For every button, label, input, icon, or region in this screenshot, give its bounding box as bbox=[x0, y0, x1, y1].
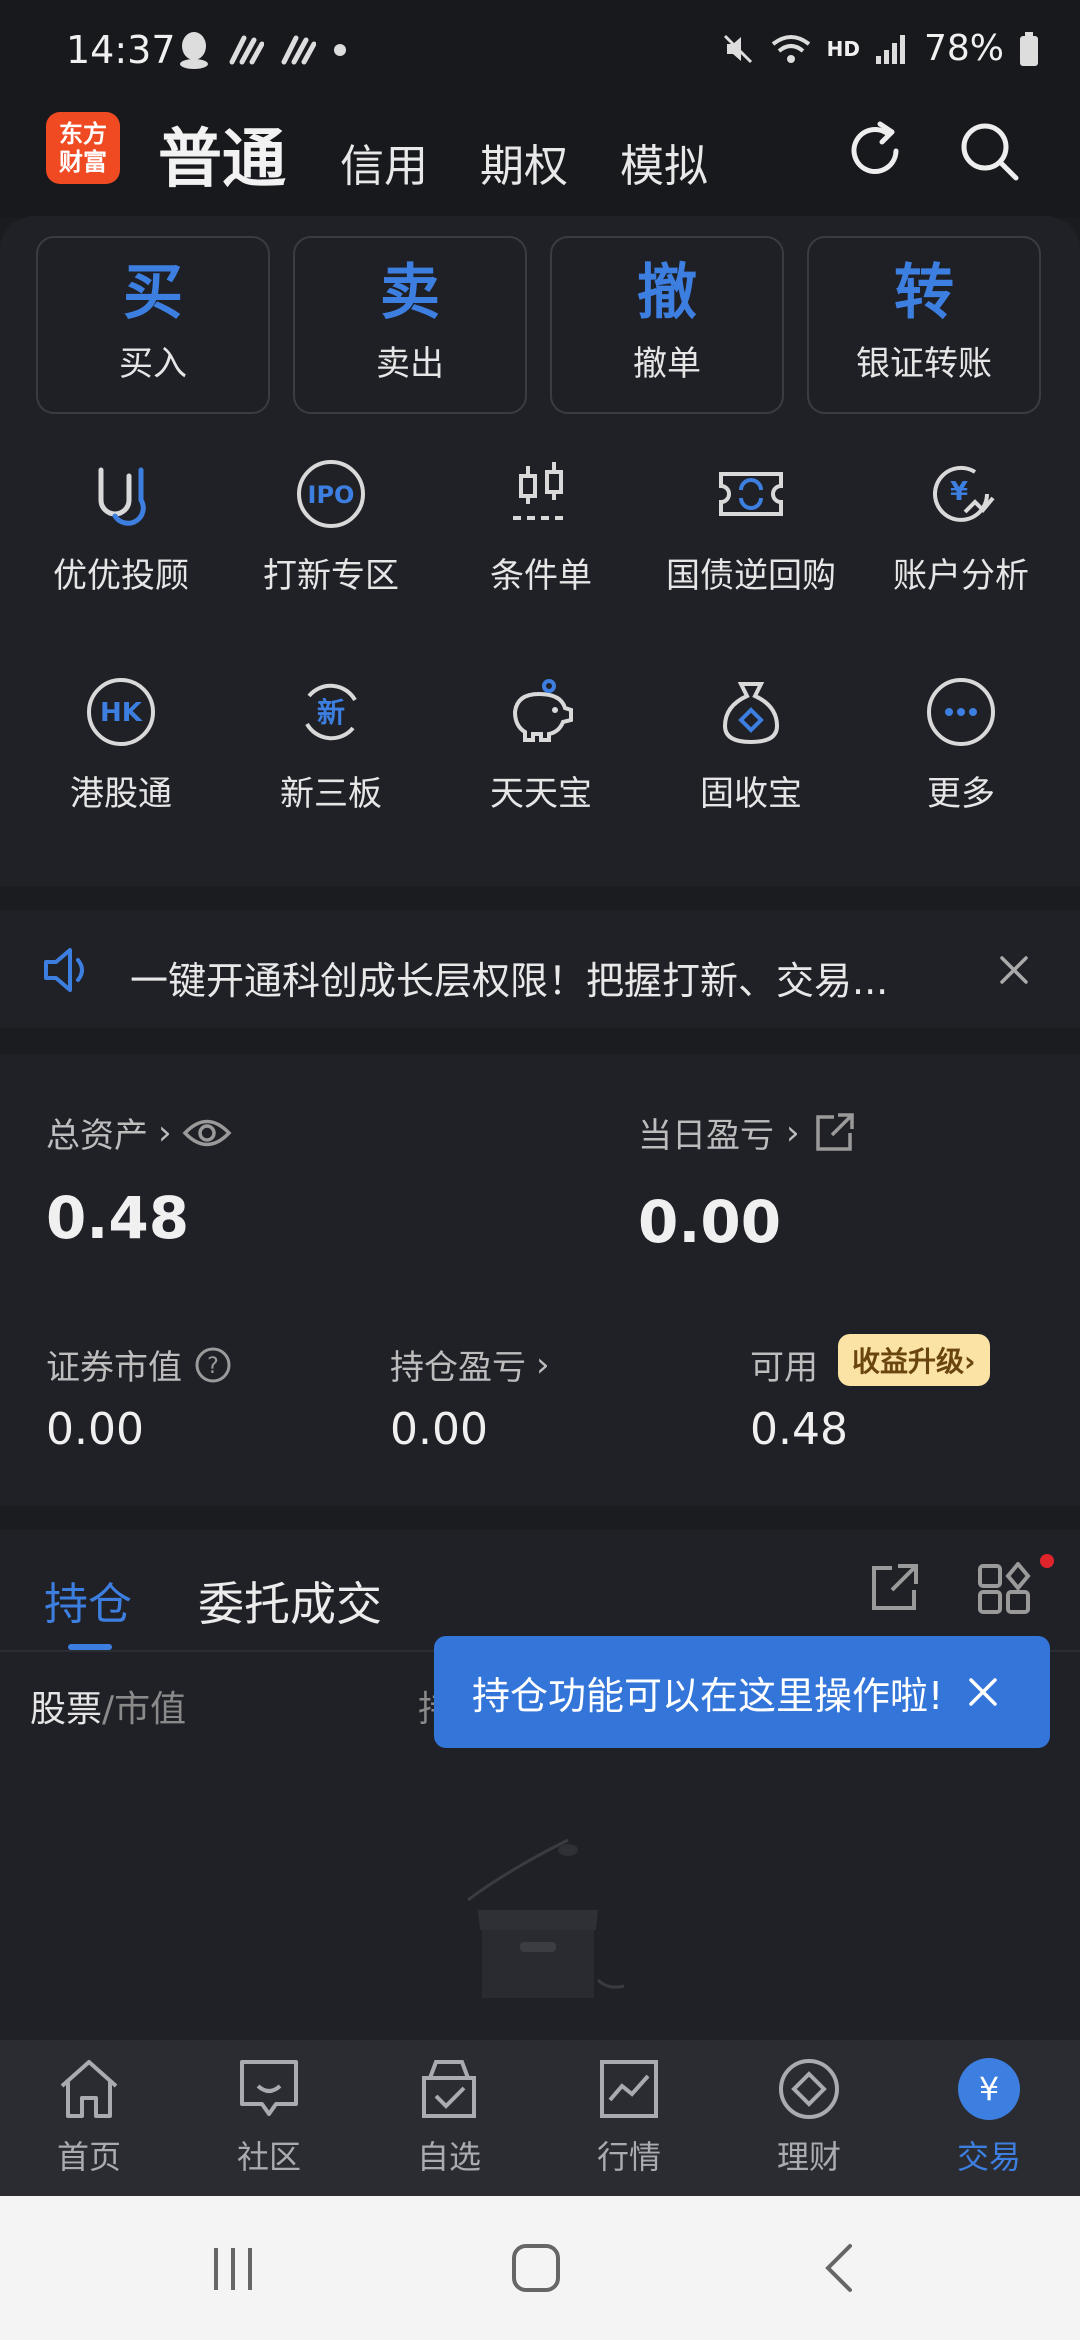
community-icon bbox=[240, 2060, 298, 2116]
nav-market[interactable]: 行情 bbox=[554, 2056, 704, 2178]
wifi-icon bbox=[771, 34, 810, 63]
tab-positions[interactable]: 持仓 bbox=[44, 1568, 132, 1632]
market-icon bbox=[600, 2060, 658, 2118]
notification-icons bbox=[176, 30, 348, 70]
svg-text:HK: HK bbox=[100, 698, 143, 728]
grid-layout-icon[interactable] bbox=[976, 1562, 1032, 1618]
chevron-right-icon: › bbox=[158, 1112, 172, 1153]
status-time: 14:37 bbox=[66, 28, 176, 72]
grid-item-uu-advisor[interactable]: 优优投顾 bbox=[16, 458, 226, 597]
speaker-icon bbox=[44, 948, 84, 992]
svg-text:¥: ¥ bbox=[979, 2070, 999, 2108]
nav-watchlist[interactable]: 自选 bbox=[374, 2056, 524, 2178]
notice-text[interactable]: 一键开通科创成长层权限！把握打新、交易... bbox=[130, 950, 888, 1005]
chevron-right-icon: › bbox=[786, 1112, 800, 1153]
svg-text:新: 新 bbox=[317, 696, 345, 729]
wealth-icon bbox=[779, 2059, 839, 2119]
tab-orders[interactable]: 委托成交 bbox=[198, 1568, 382, 1634]
chevron-right-icon: › bbox=[964, 1345, 976, 1378]
grid-item-account-analysis[interactable]: ¥ 账户分析 bbox=[856, 458, 1066, 597]
red-dot-badge bbox=[1040, 1554, 1054, 1568]
hd-label: HD bbox=[826, 36, 860, 61]
share-icon[interactable] bbox=[868, 1562, 920, 1614]
grid-item-piggy-bank[interactable]: 天天宝 bbox=[436, 676, 646, 815]
reverse-repo-icon bbox=[719, 472, 783, 516]
svg-text:¥: ¥ bbox=[950, 477, 968, 507]
market-value: 0.00 bbox=[46, 1404, 144, 1455]
battery-icon bbox=[1020, 31, 1038, 66]
position-pnl-header[interactable]: 持仓盈亏 › bbox=[390, 1340, 550, 1389]
home-button-icon[interactable] bbox=[510, 2242, 562, 2294]
hk-connect-icon: HK bbox=[87, 678, 155, 746]
home-icon bbox=[60, 2060, 118, 2118]
close-icon[interactable] bbox=[996, 952, 1032, 988]
grid-item-more[interactable]: 更多 bbox=[856, 676, 1066, 815]
empty-box-illustration bbox=[467, 1838, 625, 1998]
qq-icon bbox=[180, 32, 208, 69]
grid-item-reverse-repo[interactable]: 国债逆回购 bbox=[646, 458, 856, 597]
grid-item-conditional-order[interactable]: 条件单 bbox=[436, 458, 646, 597]
daily-pnl-header[interactable]: 当日盈亏 › bbox=[638, 1108, 856, 1157]
buy-button[interactable]: 买 买入 bbox=[36, 236, 270, 414]
nav-home[interactable]: 首页 bbox=[14, 2056, 164, 2178]
grid-item-fixed-income[interactable]: 固收宝 bbox=[646, 676, 856, 815]
total-assets-header[interactable]: 总资产 › bbox=[46, 1108, 232, 1157]
total-assets-value: 0.48 bbox=[46, 1184, 190, 1252]
market-value-header: 证券市值 ? bbox=[46, 1340, 232, 1389]
nav-wealth[interactable]: 理财 bbox=[734, 2056, 884, 2178]
svg-text:IPO: IPO bbox=[308, 481, 355, 509]
svg-text:?: ? bbox=[207, 1354, 219, 1379]
app-notify-icon bbox=[281, 35, 316, 65]
grid-item-ipo[interactable]: IPO 打新专区 bbox=[226, 458, 436, 597]
neeq-icon: 新 bbox=[305, 683, 357, 741]
uu-advisor-icon bbox=[98, 467, 146, 526]
close-icon[interactable] bbox=[965, 1674, 1001, 1710]
dot-icon bbox=[334, 44, 346, 56]
back-icon[interactable] bbox=[818, 2240, 858, 2296]
conditional-order-icon bbox=[513, 462, 569, 520]
position-pnl-value: 0.00 bbox=[390, 1404, 488, 1455]
available-header: 可用 bbox=[750, 1348, 818, 1388]
cancel-order-button[interactable]: 撤 撤单 bbox=[550, 236, 784, 414]
tab-normal[interactable]: 普通 bbox=[158, 108, 286, 200]
chevron-right-icon: › bbox=[536, 1344, 550, 1385]
help-icon[interactable]: ? bbox=[194, 1346, 232, 1384]
money-bag-icon bbox=[722, 682, 780, 745]
piggy-bank-icon bbox=[512, 679, 573, 742]
mute-icon bbox=[723, 34, 752, 63]
share-icon[interactable] bbox=[812, 1111, 856, 1155]
tab-simulation[interactable]: 模拟 bbox=[620, 130, 708, 194]
ipo-icon: IPO bbox=[297, 460, 365, 528]
signal-icon bbox=[875, 34, 905, 64]
tooltip[interactable]: 持仓功能可以在这里操作啦! bbox=[434, 1636, 1050, 1748]
search-icon[interactable] bbox=[956, 118, 1022, 184]
recent-apps-icon[interactable] bbox=[210, 2244, 256, 2294]
sell-button[interactable]: 卖 卖出 bbox=[293, 236, 527, 414]
app-logo: 东方 财富 bbox=[46, 112, 120, 184]
eye-icon[interactable] bbox=[182, 1116, 232, 1150]
grid-item-neeq[interactable]: 新 新三板 bbox=[226, 676, 436, 815]
watchlist-icon bbox=[422, 2060, 476, 2118]
battery-percent: 78% bbox=[923, 28, 1004, 69]
app-notify-icon bbox=[229, 35, 264, 65]
account-analysis-icon: ¥ bbox=[933, 465, 995, 522]
upgrade-badge[interactable]: 收益升级› bbox=[838, 1334, 990, 1386]
available-value: 0.48 bbox=[750, 1404, 848, 1455]
more-icon bbox=[927, 678, 995, 746]
daily-pnl-value: 0.00 bbox=[638, 1188, 782, 1256]
bank-transfer-button[interactable]: 转 银证转账 bbox=[807, 236, 1041, 414]
nav-trade[interactable]: ¥ 交易 bbox=[914, 2056, 1064, 2178]
tab-credit[interactable]: 信用 bbox=[340, 130, 428, 194]
column-header-stock: 股票/市值 bbox=[30, 1689, 187, 1730]
nav-community[interactable]: 社区 bbox=[194, 2056, 344, 2178]
trade-icon: ¥ bbox=[958, 2058, 1020, 2120]
grid-item-hk-connect[interactable]: HK 港股通 bbox=[16, 676, 226, 815]
status-right: HD 78% bbox=[721, 28, 1040, 69]
tab-options[interactable]: 期权 bbox=[480, 130, 568, 194]
refresh-icon[interactable] bbox=[842, 118, 908, 184]
